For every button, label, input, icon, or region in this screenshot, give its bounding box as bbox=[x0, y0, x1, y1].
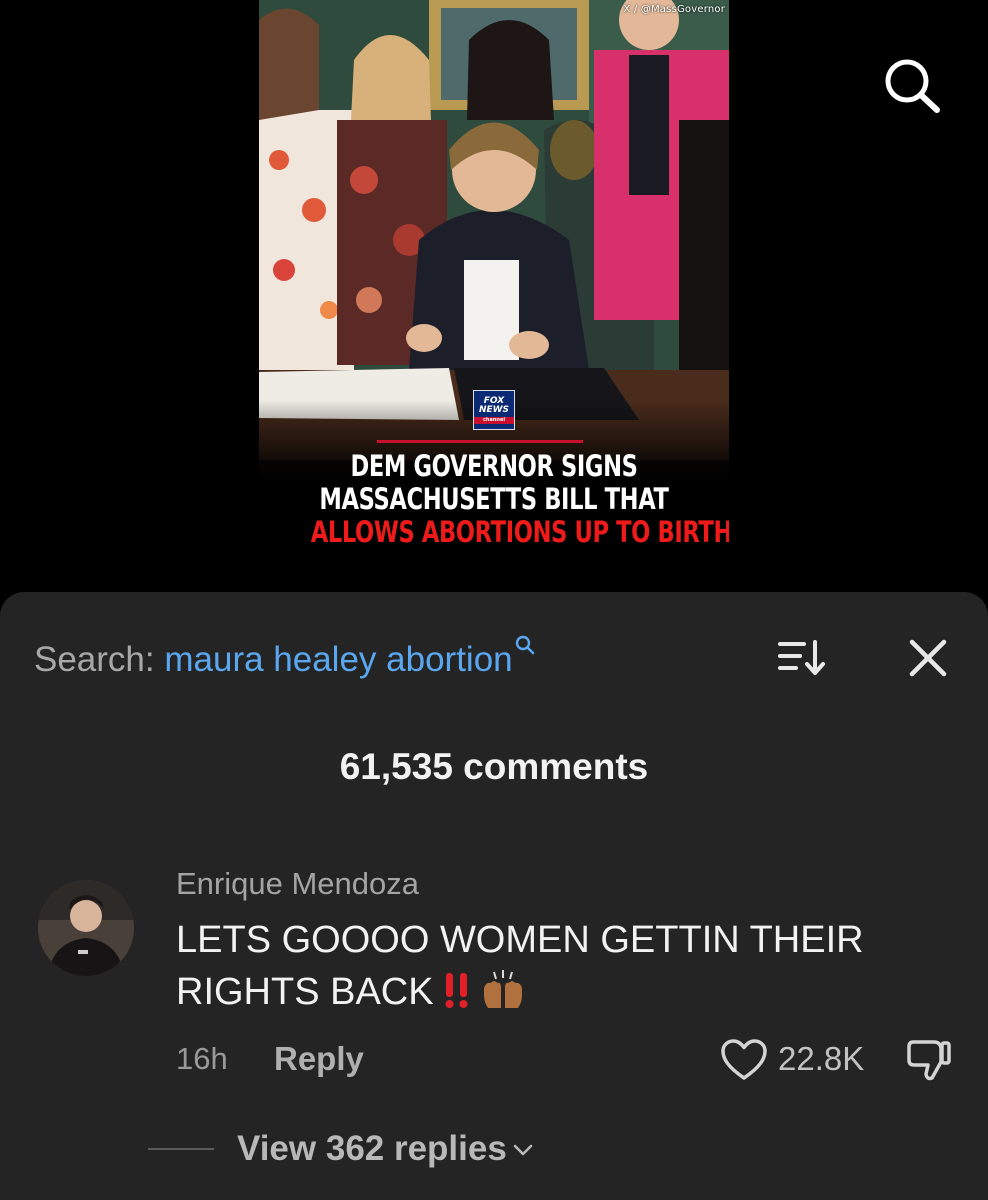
video-credit: X / @MassGovernor bbox=[623, 4, 725, 15]
avatar-image bbox=[38, 880, 134, 976]
search-query-link[interactable]: maura healey abortion bbox=[164, 640, 512, 679]
caption-divider bbox=[377, 440, 583, 443]
search-query-icon[interactable] bbox=[515, 635, 535, 655]
like-count: 22.8K bbox=[778, 1040, 865, 1077]
view-replies-label: View 362 replies bbox=[237, 1129, 507, 1168]
fox-logo-line3: channel bbox=[474, 416, 514, 424]
comment-body: LETS GOOOO WOMEN GETTIN THEIR RIGHTS BAC… bbox=[176, 914, 936, 1018]
search-icon[interactable] bbox=[880, 56, 942, 114]
reply-button[interactable]: Reply bbox=[274, 1034, 364, 1084]
thumbs-down-icon[interactable] bbox=[904, 1038, 952, 1082]
comment-count: 61,535 comments bbox=[339, 746, 649, 787]
search-label: Search: bbox=[34, 640, 155, 679]
double-exclamation-icon bbox=[445, 973, 468, 1008]
video-caption: DEM GOVERNOR SIGNS MASSACHUSETTS BILL TH… bbox=[310, 449, 729, 549]
video-thumbnail[interactable]: X / @MassGovernor FOX NEWS channel DEM G… bbox=[259, 0, 729, 565]
close-icon[interactable] bbox=[906, 636, 950, 680]
fox-news-logo: FOX NEWS channel bbox=[473, 390, 515, 430]
fox-logo-line2: NEWS bbox=[478, 404, 510, 415]
video-player[interactable]: X / @MassGovernor FOX NEWS channel DEM G… bbox=[0, 0, 988, 595]
chevron-down-icon bbox=[513, 1144, 533, 1156]
comment-author[interactable]: Enrique Mendoza bbox=[176, 862, 419, 906]
caption-line-3: ALLOWS ABORTIONS UP TO BIRTH bbox=[310, 515, 729, 549]
comment-time: 16h bbox=[176, 1041, 228, 1076]
caption-line-2: MASSACHUSETTS BILL THAT bbox=[319, 482, 669, 516]
raising-hands-icon bbox=[483, 970, 522, 1008]
avatar[interactable] bbox=[38, 880, 134, 976]
replies-divider bbox=[148, 1148, 214, 1150]
sort-icon[interactable] bbox=[778, 638, 826, 678]
search-bar[interactable]: Search: maura healey abortion bbox=[34, 630, 535, 690]
heart-icon[interactable] bbox=[720, 1038, 768, 1082]
view-replies-button[interactable]: View 362 replies bbox=[237, 1124, 533, 1174]
caption-line-1: DEM GOVERNOR SIGNS bbox=[350, 449, 638, 483]
comments-sheet: Search: maura healey abortion 61,535 com… bbox=[0, 592, 988, 1200]
